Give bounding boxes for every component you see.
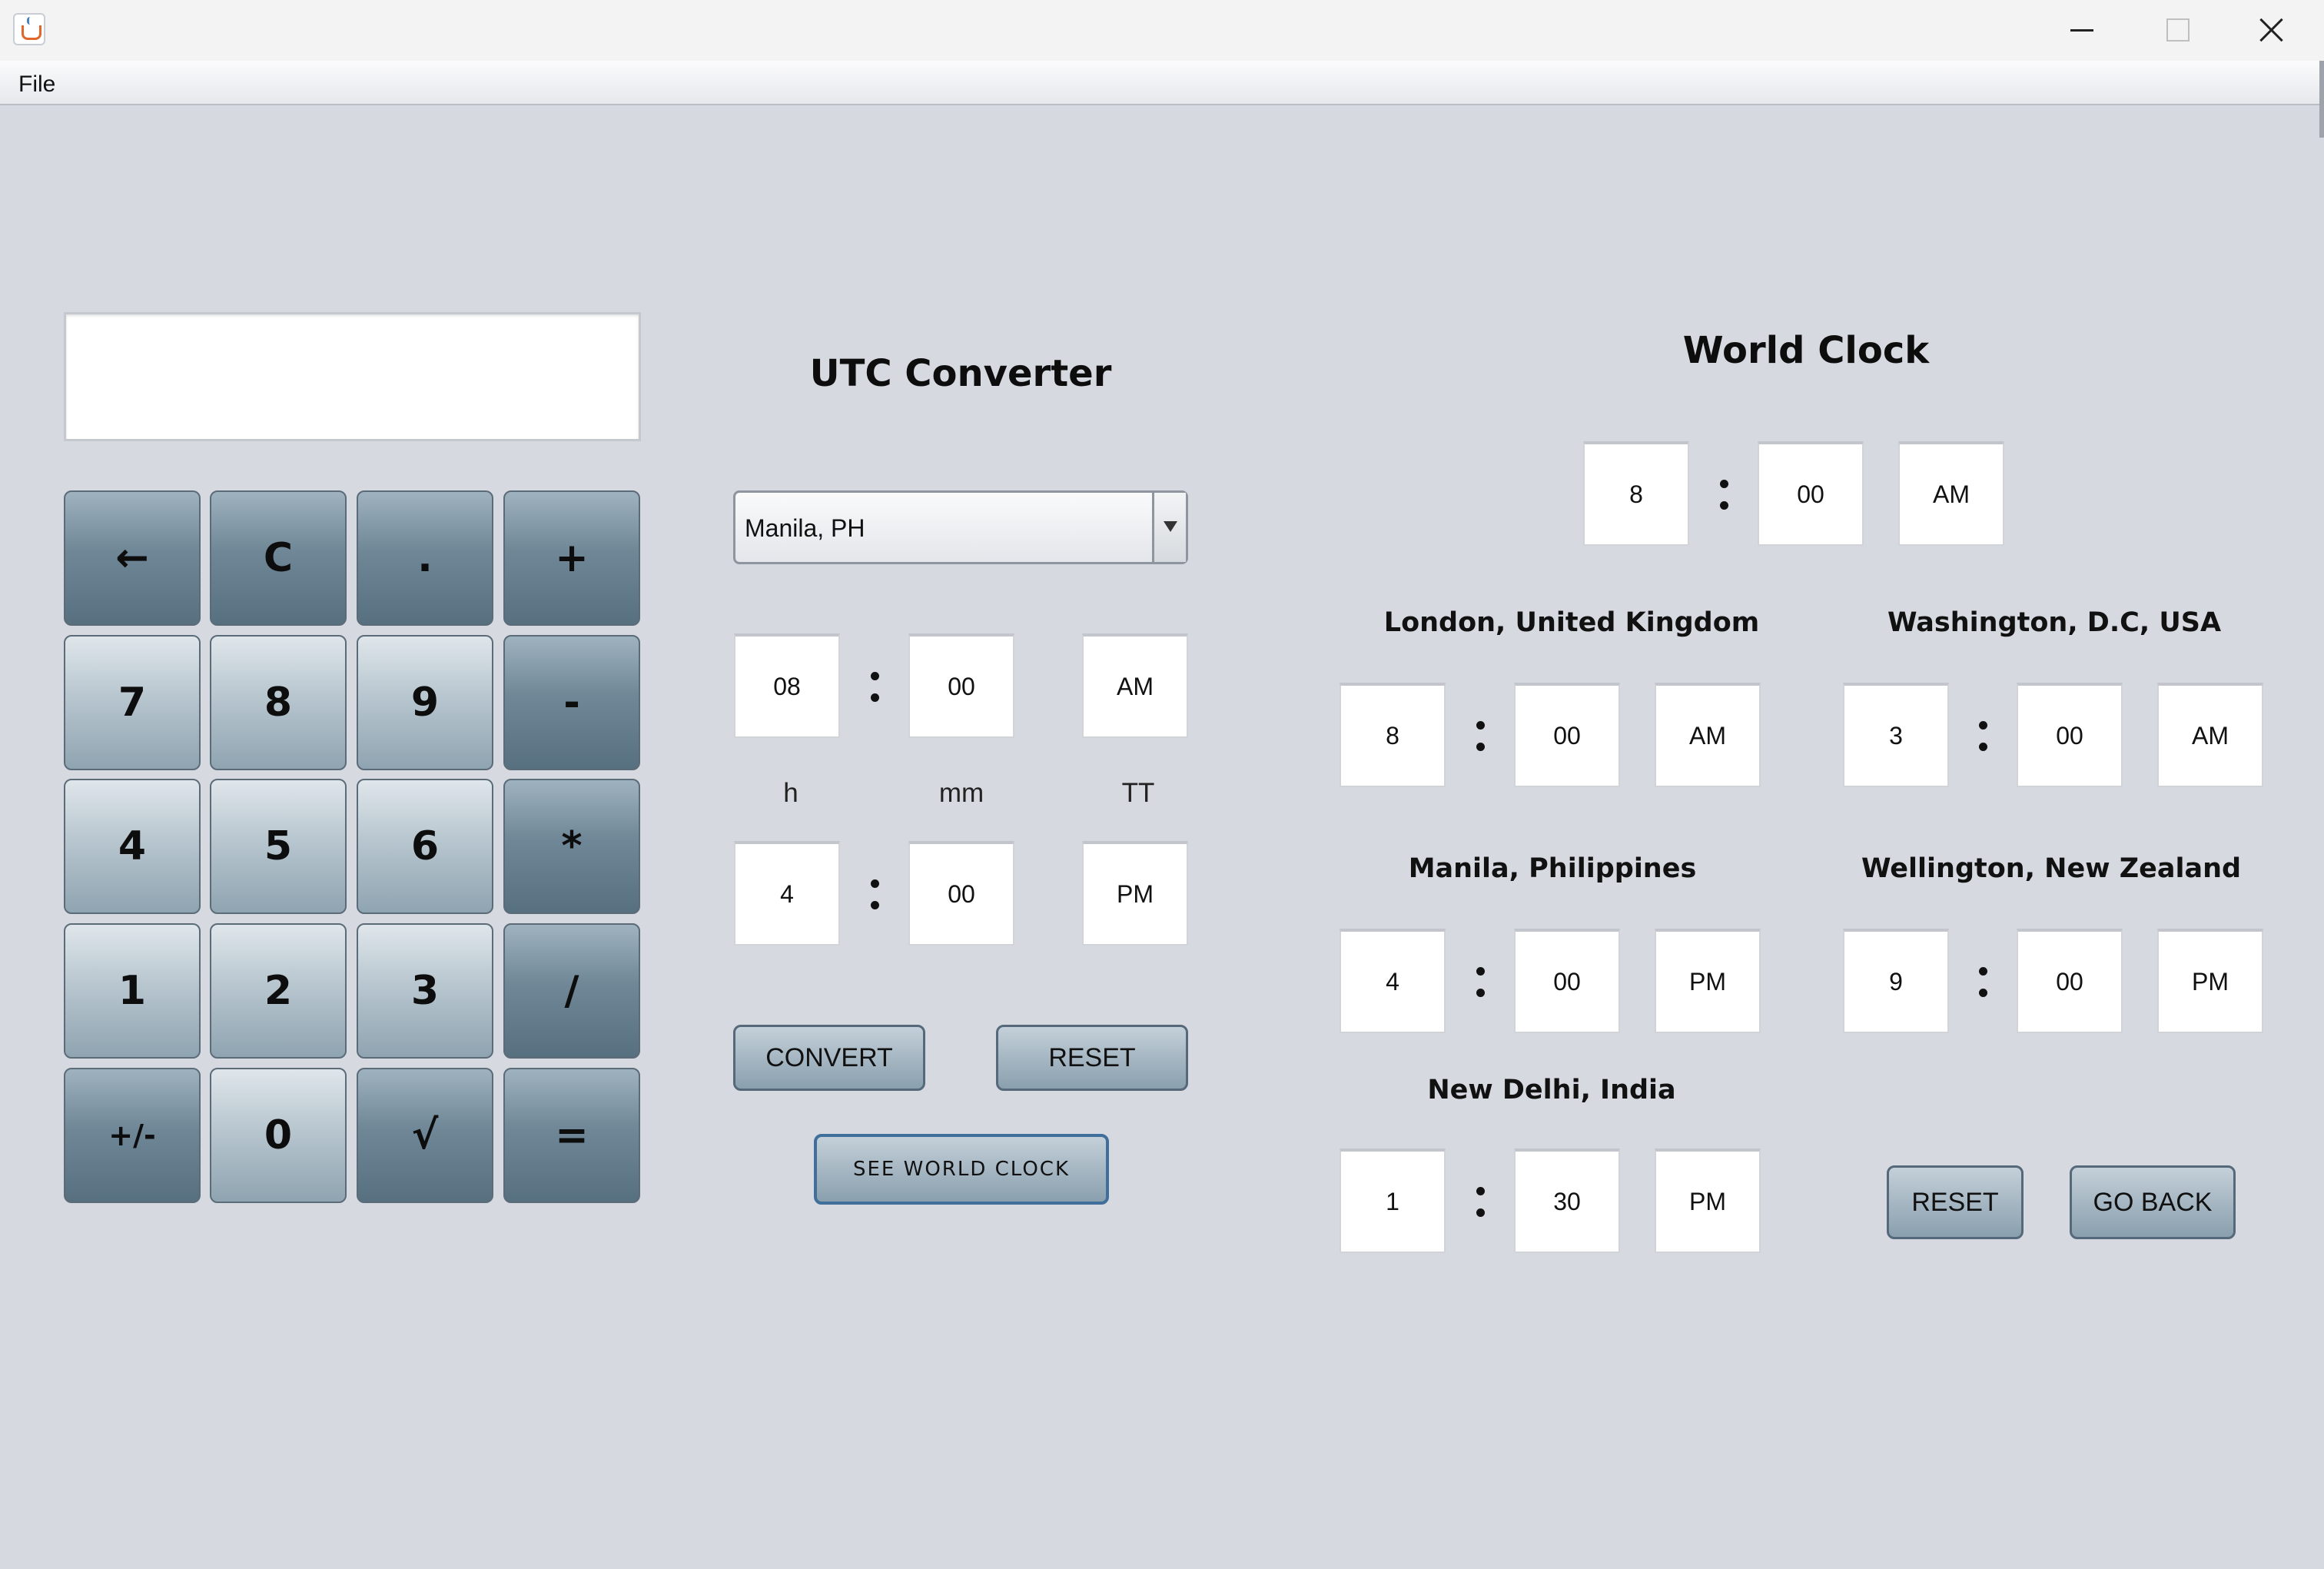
reset-converter-button[interactable]: RESET xyxy=(996,1025,1188,1091)
timezone-select[interactable]: Manila, PH xyxy=(733,490,1188,564)
maximize-button[interactable] xyxy=(2129,0,2224,61)
digit-3-key[interactable]: 3 xyxy=(357,923,493,1059)
close-button[interactable] xyxy=(2224,0,2319,61)
menu-file[interactable]: File xyxy=(8,61,66,105)
negate-key[interactable]: +/- xyxy=(64,1068,201,1203)
time-separator xyxy=(1975,715,1990,761)
utc-converter-title: UTC Converter xyxy=(809,352,1112,395)
calculator-display[interactable] xyxy=(64,312,641,441)
input-minute-field[interactable]: 00 xyxy=(908,633,1014,738)
new-delhi-hour[interactable]: 1 xyxy=(1340,1148,1446,1253)
time-separator xyxy=(1975,961,1990,1007)
maximize-icon xyxy=(2166,18,2190,42)
digit-2-key[interactable]: 2 xyxy=(210,923,347,1059)
time-separator xyxy=(1472,715,1488,761)
digit-4-key[interactable]: 4 xyxy=(64,779,201,914)
window-edge xyxy=(2319,61,2324,138)
wellington-minute[interactable]: 00 xyxy=(2017,929,2123,1033)
manila-ampm[interactable]: PM xyxy=(1655,929,1761,1033)
manila-minute[interactable]: 00 xyxy=(1514,929,1620,1033)
divide-key[interactable]: / xyxy=(503,923,640,1059)
output-hour-field[interactable]: 4 xyxy=(734,841,840,946)
ampm-label: TT xyxy=(1121,778,1155,808)
digit-1-key[interactable]: 1 xyxy=(64,923,201,1059)
reset-world-clock-button[interactable]: RESET xyxy=(1887,1165,2024,1239)
java-app-icon[interactable] xyxy=(13,13,45,45)
time-separator xyxy=(867,873,882,919)
world-clock-minute[interactable]: 00 xyxy=(1758,441,1864,546)
city-name-new-delhi: New Delhi, India xyxy=(1427,1075,1676,1105)
new-delhi-minute[interactable]: 30 xyxy=(1514,1148,1620,1253)
digit-8-key[interactable]: 8 xyxy=(210,635,347,770)
time-separator xyxy=(1472,961,1488,1007)
digit-5-key[interactable]: 5 xyxy=(210,779,347,914)
city-name-london: London, United Kingdom xyxy=(1383,607,1760,638)
equals-key[interactable]: = xyxy=(503,1068,640,1203)
close-icon xyxy=(2259,18,2283,42)
dropdown-arrow-icon[interactable] xyxy=(1152,493,1186,562)
manila-hour[interactable]: 4 xyxy=(1340,929,1446,1033)
london-minute[interactable]: 00 xyxy=(1514,683,1620,787)
time-separator xyxy=(1716,474,1731,520)
london-hour[interactable]: 8 xyxy=(1340,683,1446,787)
minute-label: mm xyxy=(938,778,984,808)
digit-6-key[interactable]: 6 xyxy=(357,779,493,914)
title-bar xyxy=(0,0,2324,61)
washington-hour[interactable]: 3 xyxy=(1843,683,1949,787)
minimize-icon xyxy=(2070,29,2093,32)
city-name-manila: Manila, Philippines xyxy=(1408,853,1697,884)
digit-7-key[interactable]: 7 xyxy=(64,635,201,770)
city-name-wellington: Wellington, New Zealand xyxy=(1861,853,2242,884)
digit-9-key[interactable]: 9 xyxy=(357,635,493,770)
time-separator xyxy=(867,666,882,712)
city-name-washington: Washington, D.C, USA xyxy=(1887,607,2222,638)
go-back-button[interactable]: GO BACK xyxy=(2070,1165,2236,1239)
sqrt-key[interactable]: √ xyxy=(357,1068,493,1203)
wellington-ampm[interactable]: PM xyxy=(2157,929,2263,1033)
output-minute-field[interactable]: 00 xyxy=(908,841,1014,946)
multiply-key[interactable]: * xyxy=(503,779,640,914)
time-separator xyxy=(1472,1181,1488,1227)
clear-key[interactable]: C xyxy=(210,490,347,626)
input-hour-field[interactable]: 08 xyxy=(734,633,840,738)
convert-button[interactable]: CONVERT xyxy=(733,1025,925,1091)
plus-key[interactable]: + xyxy=(503,490,640,626)
world-clock-title: World Clock xyxy=(1682,329,1930,372)
backspace-key[interactable]: ← xyxy=(64,490,201,626)
input-ampm-field[interactable]: AM xyxy=(1082,633,1188,738)
hour-label: h xyxy=(783,778,798,808)
decimal-key[interactable]: . xyxy=(357,490,493,626)
world-clock-ampm[interactable]: AM xyxy=(1898,441,2004,546)
see-world-clock-button[interactable]: SEE WORLD CLOCK xyxy=(814,1134,1109,1205)
new-delhi-ampm[interactable]: PM xyxy=(1655,1148,1761,1253)
washington-minute[interactable]: 00 xyxy=(2017,683,2123,787)
menu-bar: File xyxy=(0,61,2324,105)
london-ampm[interactable]: AM xyxy=(1655,683,1761,787)
minus-key[interactable]: - xyxy=(503,635,640,770)
wellington-hour[interactable]: 9 xyxy=(1843,929,1949,1033)
output-ampm-field[interactable]: PM xyxy=(1082,841,1188,946)
timezone-select-value: Manila, PH xyxy=(745,514,865,542)
world-clock-hour[interactable]: 8 xyxy=(1583,441,1689,546)
digit-0-key[interactable]: 0 xyxy=(210,1068,347,1203)
minimize-button[interactable] xyxy=(2034,0,2129,61)
washington-ampm[interactable]: AM xyxy=(2157,683,2263,787)
